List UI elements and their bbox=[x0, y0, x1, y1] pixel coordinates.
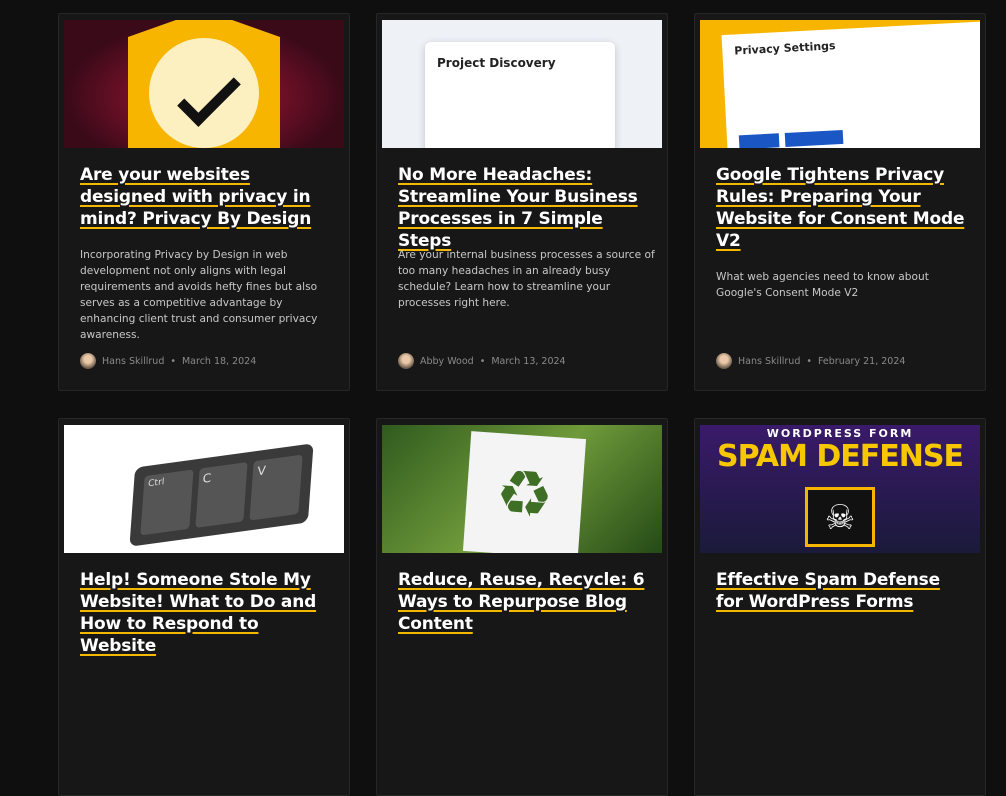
date: March 18, 2024 bbox=[181, 355, 257, 367]
post-image-flowchart[interactable]: Project Discovery bbox=[382, 20, 662, 148]
post-title[interactable]: Are your websites designed with privacy … bbox=[80, 164, 335, 230]
post-title[interactable]: Reduce, Reuse, Recycle: 6 Ways to Repurp… bbox=[398, 569, 653, 635]
post-image-shield[interactable] bbox=[64, 20, 344, 148]
post-image-recycle[interactable]: ♻ bbox=[382, 425, 662, 553]
post-title[interactable]: Help! Someone Stole My Website! What to … bbox=[80, 569, 335, 657]
author[interactable]: Hans Skillrud bbox=[102, 356, 164, 367]
avatar bbox=[716, 353, 732, 369]
keyboard-icon: Ctrl C V bbox=[129, 443, 314, 547]
key-v: V bbox=[249, 454, 303, 521]
project-card: Project Discovery bbox=[425, 42, 615, 148]
post-excerpt: What web agencies need to know about Goo… bbox=[716, 271, 929, 299]
post-card[interactable]: Privacy Settings Google Tightens Privacy… bbox=[694, 13, 986, 391]
post-title[interactable]: No More Headaches: Streamline Your Busin… bbox=[398, 164, 653, 252]
key-ctrl: Ctrl bbox=[140, 469, 194, 536]
author[interactable]: Hans Skillrud bbox=[738, 356, 800, 367]
avatar bbox=[80, 353, 96, 369]
separator: • bbox=[479, 355, 486, 367]
date: February 21, 2024 bbox=[817, 355, 906, 367]
post-excerpt: Are your internal business processes a s… bbox=[398, 249, 655, 309]
author[interactable]: Abby Wood bbox=[420, 356, 474, 367]
post-card[interactable]: Project Discovery No More Headaches: Str… bbox=[376, 13, 668, 391]
project-title: Project Discovery bbox=[437, 56, 556, 70]
post-card[interactable]: Ctrl C V Help! Someone Stole My Website!… bbox=[58, 418, 350, 796]
post-card[interactable]: WORDPRESS FORM SPAM DEFENSE ☠ Effective … bbox=[694, 418, 986, 796]
post-title[interactable]: Effective Spam Defense for WordPress For… bbox=[716, 569, 971, 613]
banner-title: SPAM DEFENSE bbox=[717, 439, 964, 474]
post-title[interactable]: Google Tightens Privacy Rules: Preparing… bbox=[716, 164, 971, 252]
dialog-title: Privacy Settings bbox=[734, 39, 836, 58]
post-excerpt: Incorporating Privacy by Design in web d… bbox=[80, 249, 318, 341]
avatar bbox=[398, 353, 414, 369]
post-image-keyboard[interactable]: Ctrl C V bbox=[64, 425, 344, 553]
separator: • bbox=[170, 355, 176, 367]
privacy-dialog: Privacy Settings bbox=[721, 21, 980, 148]
post-image-privacy-settings[interactable]: Privacy Settings bbox=[700, 20, 980, 148]
post-meta: Hans Skillrud • March 18, 2024 bbox=[80, 353, 256, 369]
key-c: C bbox=[195, 461, 248, 529]
post-meta: Abby Wood • March 13, 2024 bbox=[398, 353, 566, 369]
post-image-spam-defense[interactable]: WORDPRESS FORM SPAM DEFENSE ☠ bbox=[700, 425, 980, 553]
post-meta: Hans Skillrud • February 21, 2024 bbox=[716, 353, 905, 369]
recycle-icon: ♻ bbox=[462, 431, 587, 553]
date: March 13, 2024 bbox=[491, 355, 566, 367]
post-card[interactable]: ♻ Reduce, Reuse, Recycle: 6 Ways to Repu… bbox=[376, 418, 668, 796]
post-card[interactable]: Are your websites designed with privacy … bbox=[58, 13, 350, 391]
separator: • bbox=[806, 355, 812, 367]
skull-icon: ☠ bbox=[805, 487, 875, 547]
